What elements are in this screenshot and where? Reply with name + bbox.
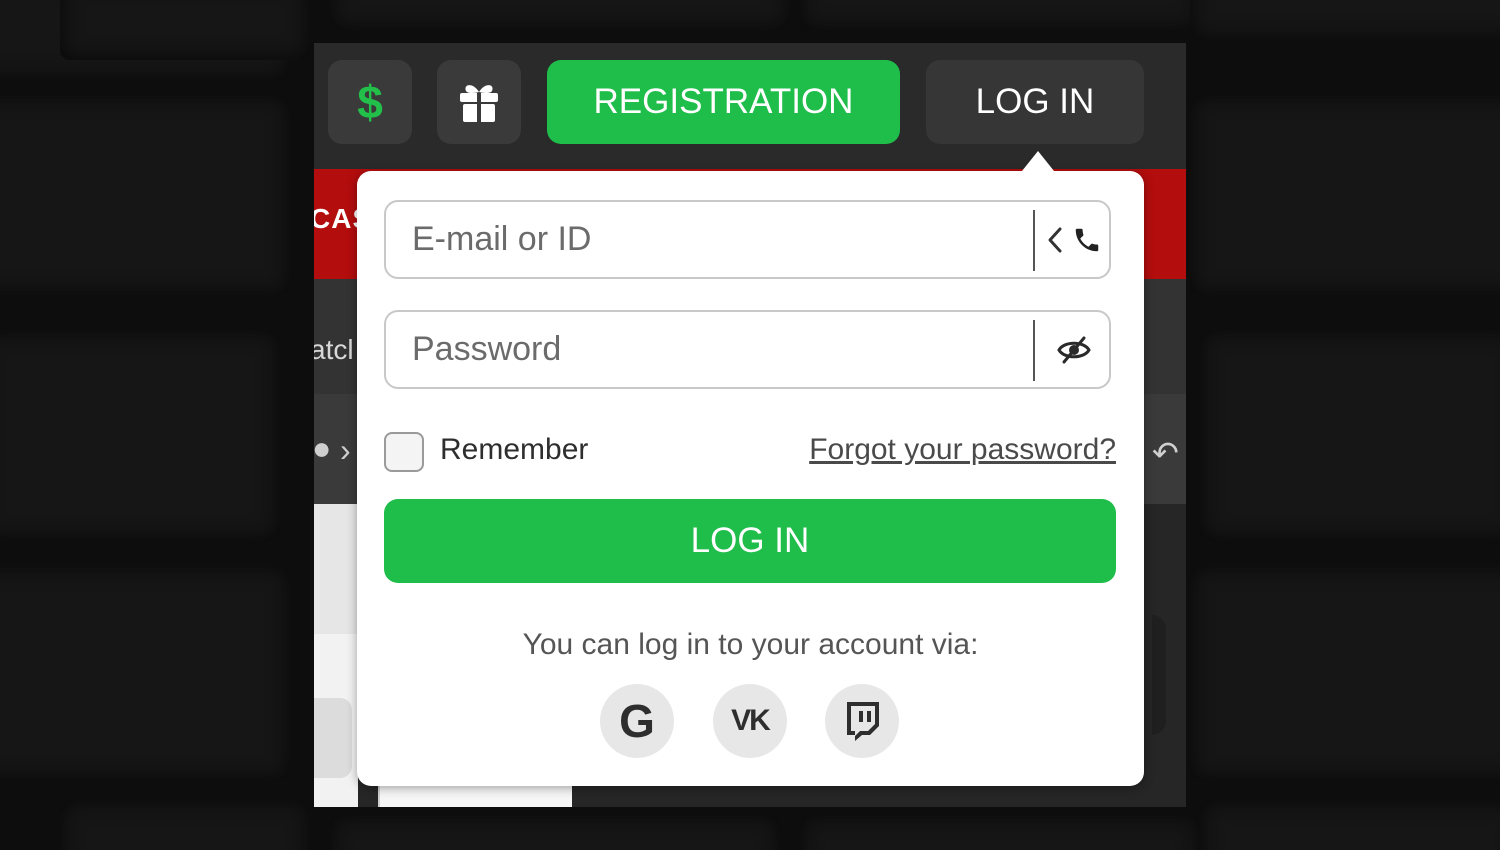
twitch-icon — [847, 702, 879, 741]
social-login-caption: You can log in to your account via: — [522, 628, 979, 661]
field-divider — [1033, 320, 1035, 381]
show-password-toggle[interactable] — [1038, 312, 1109, 387]
remember-label: Remember — [440, 433, 589, 466]
login-submit-button[interactable]: LOG IN — [384, 499, 1116, 583]
tab-match[interactable]: atcl — [314, 334, 354, 366]
twitch-login-button[interactable] — [825, 684, 899, 758]
remember-checkbox[interactable] — [384, 432, 424, 472]
sport-icon[interactable]: ● — [314, 430, 331, 467]
deposit-button[interactable]: $ — [328, 60, 412, 144]
bonus-button[interactable] — [437, 60, 521, 144]
eye-slash-icon — [1056, 336, 1091, 363]
gift-icon — [460, 85, 498, 122]
login-popup: Remember Forgot your password? LOG IN Yo… — [357, 151, 1144, 786]
password-field — [384, 310, 1111, 389]
google-login-button[interactable]: G — [600, 684, 674, 758]
chevron-left-icon — [1048, 227, 1061, 252]
dollar-icon: $ — [357, 76, 383, 128]
login-field — [384, 200, 1111, 279]
chevron-icon[interactable]: › — [340, 432, 351, 469]
vk-login-button[interactable]: VK — [713, 684, 787, 758]
top-header: $ REGISTRATION LOG IN — [314, 43, 1186, 169]
field-divider — [1033, 210, 1035, 271]
content-strip — [378, 783, 572, 807]
content-card — [314, 698, 352, 778]
password-input[interactable] — [386, 312, 1026, 387]
switch-to-phone-button[interactable] — [1038, 202, 1109, 277]
content-panel — [314, 504, 358, 634]
content-card — [1152, 615, 1166, 735]
google-icon: G — [619, 695, 655, 747]
phone-icon — [1075, 228, 1098, 251]
forgot-password-link[interactable]: Forgot your password? — [809, 433, 1116, 467]
email-or-id-input[interactable] — [386, 202, 1026, 277]
undo-icon[interactable]: ↶ — [1152, 434, 1179, 472]
registration-button[interactable]: REGISTRATION — [547, 60, 900, 144]
popup-pointer — [1022, 151, 1054, 171]
login-header-button[interactable]: LOG IN — [926, 60, 1144, 144]
vk-icon: VK — [731, 704, 771, 737]
